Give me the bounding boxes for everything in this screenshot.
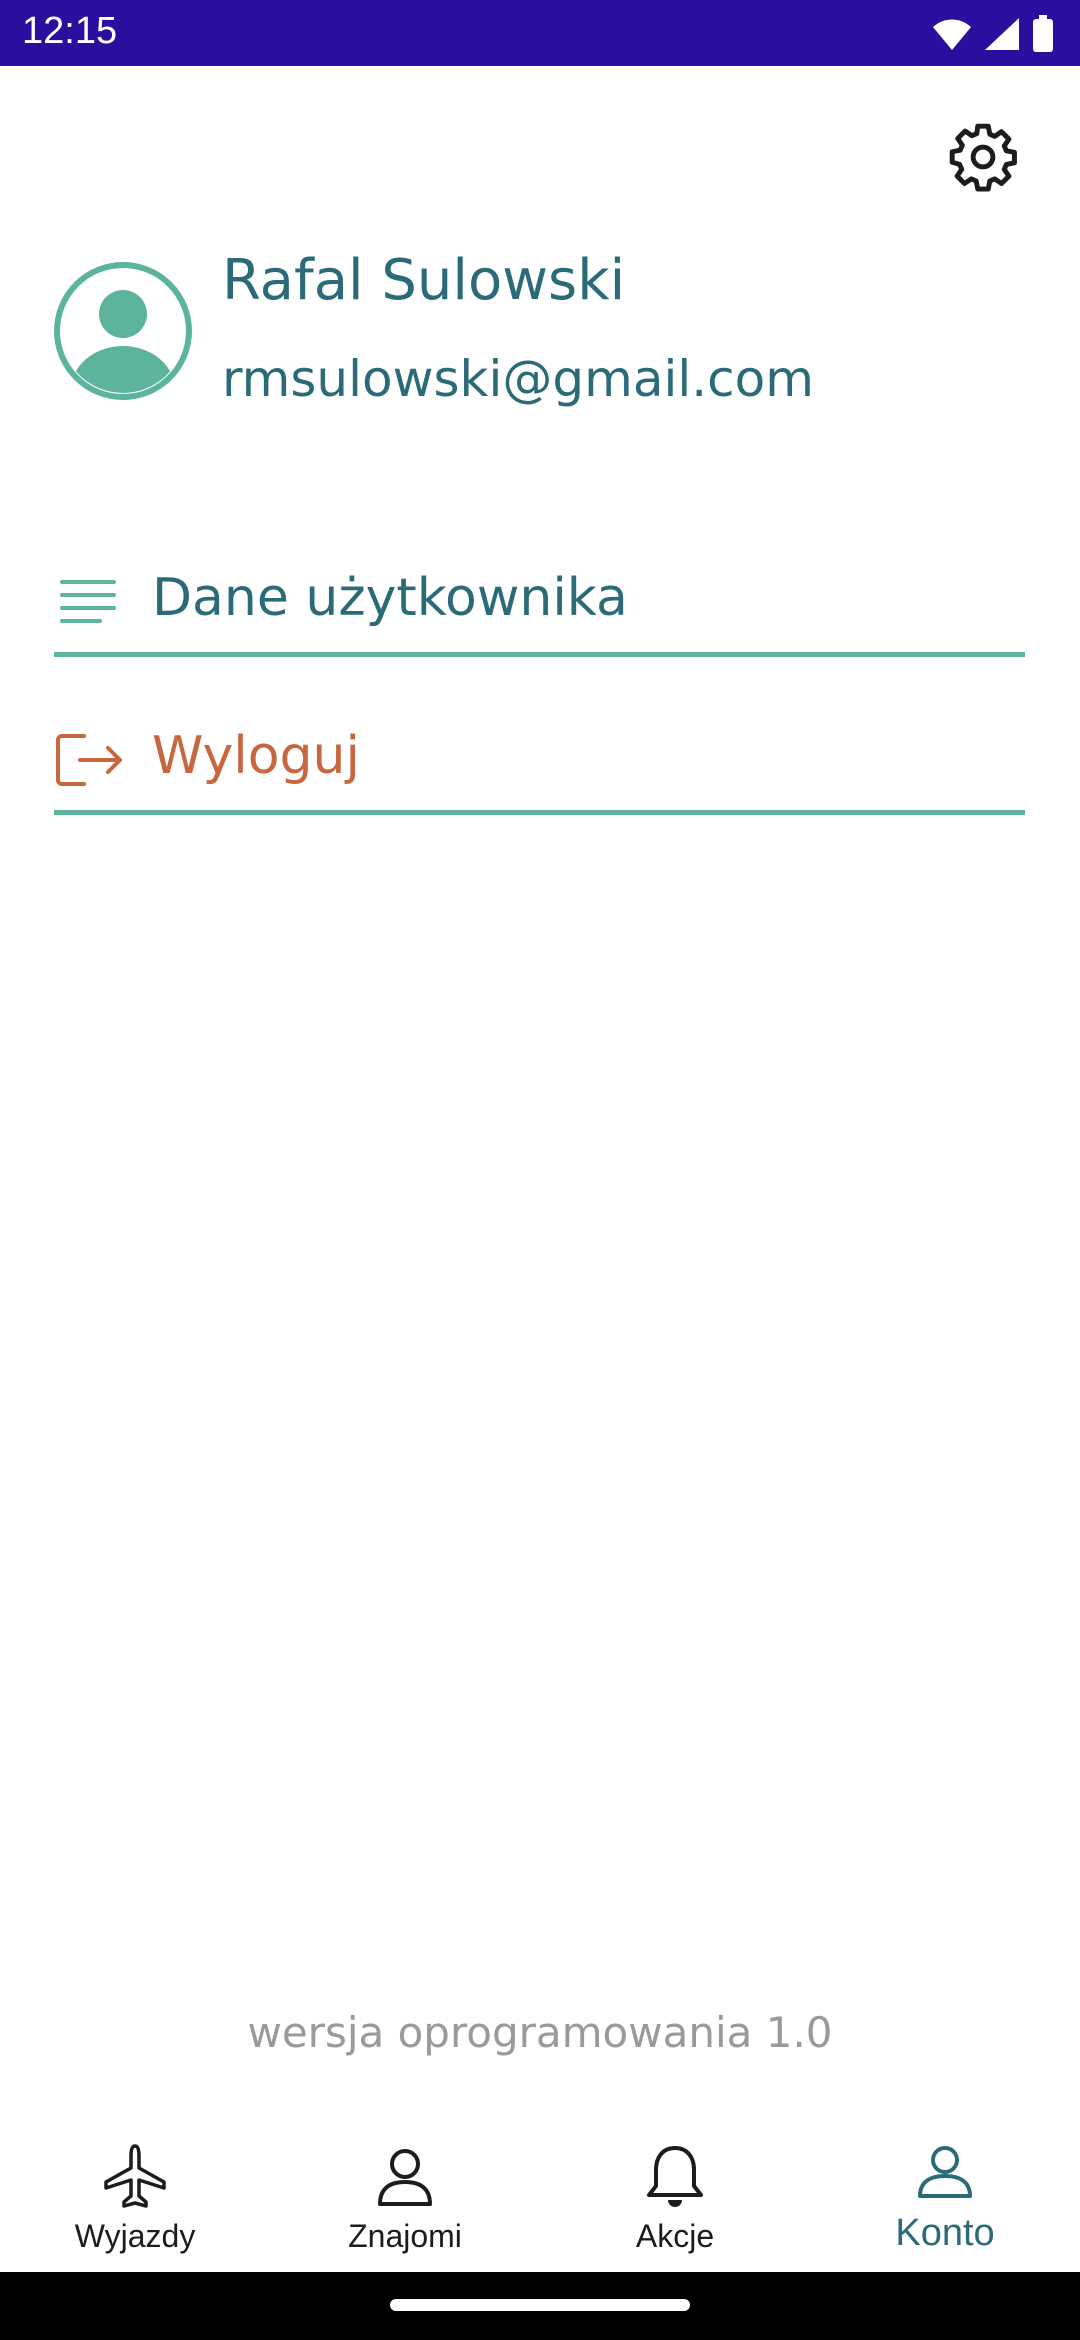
nav-item-akcje[interactable]: Akcje [540,2128,810,2272]
person-icon [378,2149,432,2206]
user-data-button[interactable]: Dane użytkownika [54,552,1025,657]
profile-name: Rafal Sulowski [222,248,626,313]
logout-button[interactable]: Wyloguj [54,710,1025,815]
list-lines-icon [60,580,116,623]
user-data-label: Dane użytkownika [152,568,628,628]
status-icons [932,14,1054,54]
wifi-icon [933,19,971,50]
nav-item-wyjazdy[interactable]: Wyjazdy [0,2128,270,2272]
settings-button[interactable] [946,120,1020,194]
logout-label: Wyloguj [152,726,360,786]
signal-icon [985,18,1019,50]
profile-email: rmsulowski@gmail.com [222,350,814,408]
gear-icon [949,123,1017,192]
home-gesture-handle[interactable] [390,2299,690,2311]
airplane-icon [104,2144,166,2208]
user-avatar-icon [54,262,192,400]
battery-icon [1033,15,1053,52]
gesture-navigation-bar [0,2272,1080,2340]
nav-label-akcje: Akcje [635,2218,715,2254]
nav-label-znajomi: Znajomi [348,2218,462,2254]
status-bar: 12:15 [0,0,1080,66]
nav-label-konto: Konto [895,2212,995,2254]
bell-icon [647,2146,703,2207]
logout-icon [56,734,122,786]
status-time: 12:15 [22,10,118,52]
avatar[interactable] [54,262,192,400]
bottom-navigation: Wyjazdy Znajomi Akcje Konto [0,2128,1080,2272]
nav-item-znajomi[interactable]: Znajomi [270,2128,540,2272]
nav-item-konto[interactable]: Konto [810,2128,1080,2272]
account-icon [918,2146,972,2198]
nav-label-wyjazdy: Wyjazdy [74,2218,196,2254]
version-text: wersja oprogramowania 1.0 [247,2008,833,2057]
